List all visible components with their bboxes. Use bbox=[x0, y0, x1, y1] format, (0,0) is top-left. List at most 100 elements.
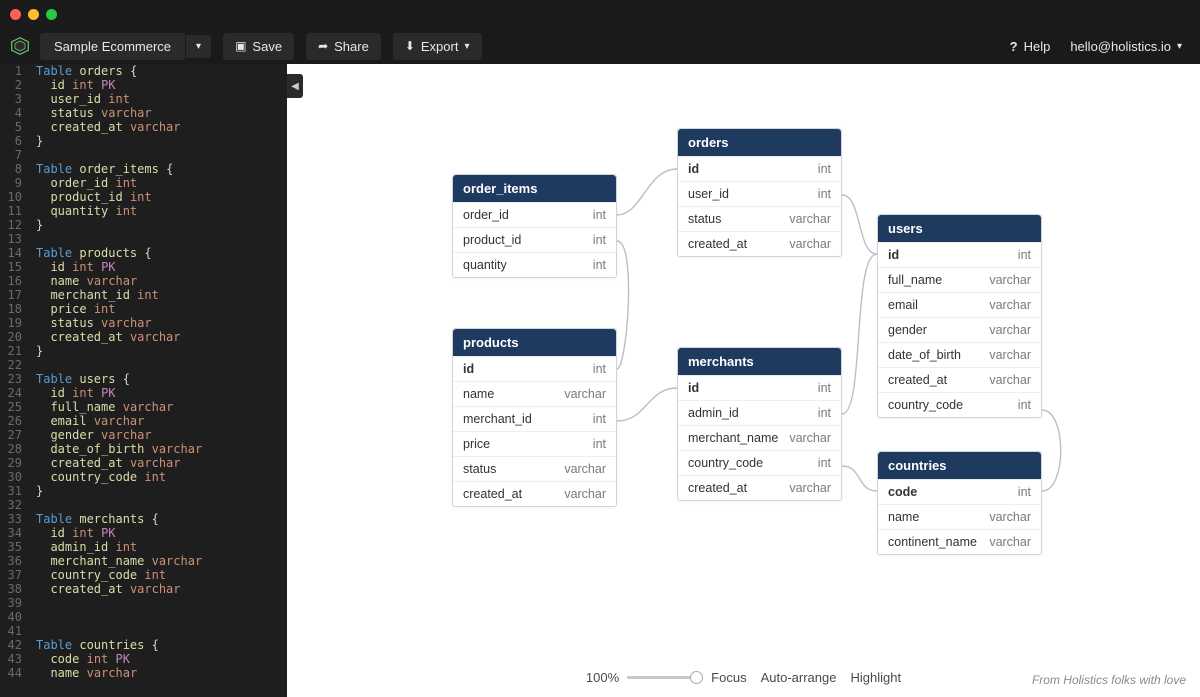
code-line[interactable]: 9 order_id int bbox=[0, 176, 287, 190]
code-line[interactable]: 16 name varchar bbox=[0, 274, 287, 288]
field-row[interactable]: full_namevarchar bbox=[878, 267, 1041, 292]
field-row[interactable]: user_idint bbox=[678, 181, 841, 206]
help-button[interactable]: ? Help bbox=[1010, 39, 1051, 54]
export-button[interactable]: ⬇ Export ▾ bbox=[393, 33, 482, 60]
code-line[interactable]: 21} bbox=[0, 344, 287, 358]
field-row[interactable]: idint bbox=[878, 242, 1041, 267]
zoom-slider-thumb[interactable] bbox=[690, 671, 703, 684]
field-row[interactable]: country_codeint bbox=[878, 392, 1041, 417]
field-row[interactable]: product_idint bbox=[453, 227, 616, 252]
code-line[interactable]: 43 code int PK bbox=[0, 652, 287, 666]
field-row[interactable]: created_atvarchar bbox=[453, 481, 616, 506]
table-header[interactable]: merchants bbox=[678, 348, 841, 375]
table-header[interactable]: orders bbox=[678, 129, 841, 156]
table-countries[interactable]: countriescodeintnamevarcharcontinent_nam… bbox=[877, 451, 1042, 555]
code-line[interactable]: 14Table products { bbox=[0, 246, 287, 260]
code-line[interactable]: 8Table order_items { bbox=[0, 162, 287, 176]
field-row[interactable]: created_atvarchar bbox=[678, 231, 841, 256]
code-line[interactable]: 44 name varchar bbox=[0, 666, 287, 680]
code-line[interactable]: 36 merchant_name varchar bbox=[0, 554, 287, 568]
code-line[interactable]: 31} bbox=[0, 484, 287, 498]
code-line[interactable]: 29 created_at varchar bbox=[0, 456, 287, 470]
field-row[interactable]: merchant_namevarchar bbox=[678, 425, 841, 450]
field-row[interactable]: idint bbox=[678, 375, 841, 400]
diagram-canvas[interactable]: order_itemsorder_idintproduct_idintquant… bbox=[287, 64, 1200, 697]
code-line[interactable]: 37 country_code int bbox=[0, 568, 287, 582]
code-line[interactable]: 5 created_at varchar bbox=[0, 120, 287, 134]
code-line[interactable]: 41 bbox=[0, 624, 287, 638]
code-line[interactable]: 33Table merchants { bbox=[0, 512, 287, 526]
field-row[interactable]: statusvarchar bbox=[678, 206, 841, 231]
table-products[interactable]: productsidintnamevarcharmerchant_idintpr… bbox=[452, 328, 617, 507]
zoom-slider-track[interactable] bbox=[627, 676, 697, 679]
field-row[interactable]: created_atvarchar bbox=[878, 367, 1041, 392]
table-header[interactable]: order_items bbox=[453, 175, 616, 202]
field-row[interactable]: country_codeint bbox=[678, 450, 841, 475]
field-row[interactable]: created_atvarchar bbox=[678, 475, 841, 500]
window-minimize-icon[interactable] bbox=[28, 9, 39, 20]
code-line[interactable]: 17 merchant_id int bbox=[0, 288, 287, 302]
field-row[interactable]: idint bbox=[453, 356, 616, 381]
code-line[interactable]: 40 bbox=[0, 610, 287, 624]
field-row[interactable]: idint bbox=[678, 156, 841, 181]
code-line[interactable]: 42Table countries { bbox=[0, 638, 287, 652]
field-row[interactable]: codeint bbox=[878, 479, 1041, 504]
code-line[interactable]: 27 gender varchar bbox=[0, 428, 287, 442]
code-line[interactable]: 32 bbox=[0, 498, 287, 512]
field-row[interactable]: date_of_birthvarchar bbox=[878, 342, 1041, 367]
code-line[interactable]: 24 id int PK bbox=[0, 386, 287, 400]
project-name[interactable]: Sample Ecommerce bbox=[40, 33, 185, 60]
code-line[interactable]: 35 admin_id int bbox=[0, 540, 287, 554]
code-line[interactable]: 1Table orders { bbox=[0, 64, 287, 78]
code-line[interactable]: 25 full_name varchar bbox=[0, 400, 287, 414]
focus-button[interactable]: Focus bbox=[711, 670, 746, 685]
code-line[interactable]: 20 created_at varchar bbox=[0, 330, 287, 344]
table-orders[interactable]: ordersidintuser_idintstatusvarcharcreate… bbox=[677, 128, 842, 257]
code-line[interactable]: 4 status varchar bbox=[0, 106, 287, 120]
table-order-items[interactable]: order_itemsorder_idintproduct_idintquant… bbox=[452, 174, 617, 278]
field-row[interactable]: statusvarchar bbox=[453, 456, 616, 481]
code-line[interactable]: 30 country_code int bbox=[0, 470, 287, 484]
field-row[interactable]: order_idint bbox=[453, 202, 616, 227]
field-row[interactable]: priceint bbox=[453, 431, 616, 456]
field-row[interactable]: emailvarchar bbox=[878, 292, 1041, 317]
code-line[interactable]: 38 created_at varchar bbox=[0, 582, 287, 596]
code-line[interactable]: 11 quantity int bbox=[0, 204, 287, 218]
code-line[interactable]: 13 bbox=[0, 232, 287, 246]
code-line[interactable]: 6} bbox=[0, 134, 287, 148]
code-line[interactable]: 3 user_id int bbox=[0, 92, 287, 106]
auto-arrange-button[interactable]: Auto-arrange bbox=[761, 670, 837, 685]
field-row[interactable]: namevarchar bbox=[878, 504, 1041, 529]
window-close-icon[interactable] bbox=[10, 9, 21, 20]
code-line[interactable]: 19 status varchar bbox=[0, 316, 287, 330]
window-zoom-icon[interactable] bbox=[46, 9, 57, 20]
code-line[interactable]: 39 bbox=[0, 596, 287, 610]
share-button[interactable]: ➦ Share bbox=[306, 33, 381, 60]
code-line[interactable]: 15 id int PK bbox=[0, 260, 287, 274]
project-dropdown-icon[interactable]: ▾ bbox=[185, 35, 211, 58]
table-header[interactable]: products bbox=[453, 329, 616, 356]
highlight-button[interactable]: Highlight bbox=[850, 670, 901, 685]
code-line[interactable]: 22 bbox=[0, 358, 287, 372]
table-users[interactable]: usersidintfull_namevarcharemailvarcharge… bbox=[877, 214, 1042, 418]
code-editor[interactable]: 1Table orders {2 id int PK3 user_id int4… bbox=[0, 64, 287, 697]
code-line[interactable]: 34 id int PK bbox=[0, 526, 287, 540]
table-merchants[interactable]: merchantsidintadmin_idintmerchant_nameva… bbox=[677, 347, 842, 501]
code-line[interactable]: 2 id int PK bbox=[0, 78, 287, 92]
user-menu[interactable]: hello@holistics.io ▾ bbox=[1070, 39, 1182, 54]
field-row[interactable]: quantityint bbox=[453, 252, 616, 277]
field-row[interactable]: namevarchar bbox=[453, 381, 616, 406]
code-line[interactable]: 7 bbox=[0, 148, 287, 162]
code-line[interactable]: 10 product_id int bbox=[0, 190, 287, 204]
code-line[interactable]: 12} bbox=[0, 218, 287, 232]
collapse-editor-handle[interactable]: ◀ bbox=[287, 74, 303, 98]
field-row[interactable]: admin_idint bbox=[678, 400, 841, 425]
table-header[interactable]: countries bbox=[878, 452, 1041, 479]
zoom-control[interactable]: 100% bbox=[586, 670, 697, 685]
table-header[interactable]: users bbox=[878, 215, 1041, 242]
code-line[interactable]: 28 date_of_birth varchar bbox=[0, 442, 287, 456]
field-row[interactable]: continent_namevarchar bbox=[878, 529, 1041, 554]
code-line[interactable]: 23Table users { bbox=[0, 372, 287, 386]
field-row[interactable]: merchant_idint bbox=[453, 406, 616, 431]
code-line[interactable]: 18 price int bbox=[0, 302, 287, 316]
